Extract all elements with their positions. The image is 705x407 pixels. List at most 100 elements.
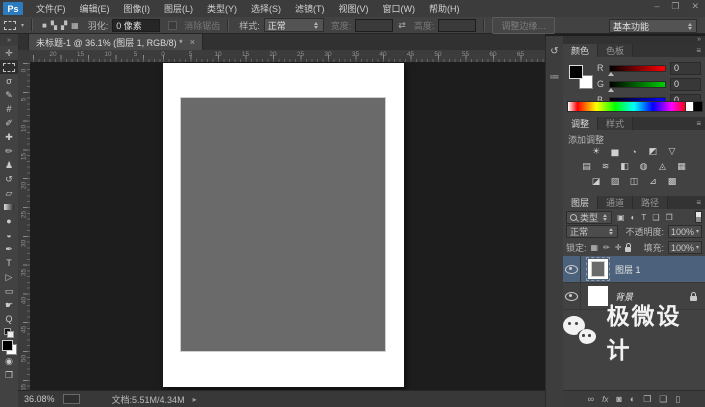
dodge-tool[interactable]: ◒	[0, 228, 18, 242]
refine-edge-button[interactable]: 调整边缘…	[492, 16, 556, 34]
vibrance-icon[interactable]: ▽	[665, 146, 679, 157]
workspace-dropdown[interactable]: 基本功能	[609, 19, 697, 33]
hand-tool[interactable]: ☛	[0, 298, 18, 312]
posterize-icon[interactable]: ▨	[608, 176, 622, 187]
lock-position-icon[interactable]: ✛	[615, 243, 622, 252]
hue-saturation-icon[interactable]: ▤	[580, 161, 594, 172]
brush-tool[interactable]: ✏	[0, 144, 18, 158]
menu-file[interactable]: 文件(F)	[29, 2, 73, 15]
zoom-level-field[interactable]: 36.08%	[24, 394, 55, 404]
color-lookup-icon[interactable]: ▦	[675, 161, 689, 172]
gradient-tool[interactable]	[0, 200, 18, 214]
swap-width-height-icon[interactable]: ⇄	[398, 20, 406, 31]
delete-layer-icon[interactable]: ▯	[675, 394, 680, 405]
foreground-background-swatches[interactable]	[0, 339, 18, 355]
layer-style-icon[interactable]: fx	[602, 395, 608, 404]
add-to-selection-icon[interactable]: ▚	[49, 21, 59, 30]
menu-view[interactable]: 视图(V)	[332, 2, 376, 15]
adjustments-tab[interactable]: 调整	[563, 117, 599, 130]
panel-menu-icon[interactable]: ≡	[696, 117, 705, 130]
menu-help[interactable]: 帮助(H)	[422, 2, 467, 15]
tool-preset-caret-icon[interactable]: ▾	[21, 22, 24, 29]
swap-colors[interactable]	[0, 326, 18, 340]
spectrum-black-swatch[interactable]	[693, 101, 703, 112]
gradient-map-icon[interactable]: ▩	[665, 176, 679, 187]
channel-value[interactable]: 0	[670, 77, 701, 91]
history-panel-icon[interactable]: ↺	[548, 44, 562, 58]
channel-value[interactable]: 0	[670, 61, 701, 75]
document-tab[interactable]: 未标题-1 @ 36.1% (图层 1, RGB/8) * ×	[28, 34, 203, 50]
quick-selection-tool[interactable]: ✎	[0, 88, 18, 102]
marquee-tool-icon[interactable]	[4, 20, 16, 30]
maximize-button[interactable]: ❐	[671, 1, 679, 12]
close-button[interactable]: ✕	[691, 1, 699, 12]
filter-type-layers-icon[interactable]: T	[641, 213, 646, 222]
filter-toggle-switch[interactable]	[695, 211, 702, 223]
rectangle-tool[interactable]: ▭	[0, 284, 18, 298]
menu-layer[interactable]: 图层(L)	[157, 2, 200, 15]
new-selection-icon[interactable]: ■	[40, 21, 49, 30]
type-tool[interactable]: T	[0, 256, 18, 270]
levels-icon[interactable]: ▅	[608, 146, 622, 157]
height-input[interactable]	[438, 18, 477, 32]
foreground-color-swatch[interactable]	[569, 65, 583, 79]
exposure-icon[interactable]: ◩	[646, 146, 660, 157]
lock-transparent-pixels-icon[interactable]: ▦	[591, 243, 599, 252]
lock-image-pixels-icon[interactable]: ✏	[603, 243, 610, 252]
color-spectrum-bar[interactable]	[567, 101, 687, 112]
menu-edit[interactable]: 编辑(E)	[73, 2, 117, 15]
eraser-tool[interactable]: ▱	[0, 186, 18, 200]
rectangular-marquee-tool[interactable]	[0, 60, 18, 74]
feather-input[interactable]: 0 像素	[112, 18, 161, 32]
path-selection-tool[interactable]: ▷	[0, 270, 18, 284]
panel-menu-icon[interactable]: ≡	[696, 196, 705, 209]
blend-mode-dropdown[interactable]: 正常	[566, 225, 619, 238]
zoom-tool[interactable]: Q	[0, 312, 18, 326]
menu-filter[interactable]: 滤镜(T)	[288, 2, 332, 15]
document-canvas[interactable]	[163, 63, 404, 387]
color-swatches-widget[interactable]	[569, 65, 593, 89]
new-adjustment-layer-icon[interactable]: ◐	[630, 394, 635, 404]
move-tool[interactable]: ✛	[0, 46, 18, 60]
channel-slider-g[interactable]	[608, 80, 666, 92]
layer-row[interactable]: 图层 1	[563, 256, 705, 283]
menu-image[interactable]: 图像(I)	[117, 2, 158, 15]
invert-icon[interactable]: ◪	[589, 176, 603, 187]
spot-healing-brush-tool[interactable]: ✚	[0, 130, 18, 144]
link-layers-icon[interactable]: ∞	[588, 394, 594, 404]
screen-mode[interactable]: ❐	[0, 368, 18, 382]
slider-thumb-icon[interactable]	[608, 85, 614, 92]
lock-all-icon[interactable]	[625, 243, 632, 252]
intersect-selection-icon[interactable]: ▦	[69, 21, 81, 30]
color-balance-icon[interactable]: ≋	[599, 161, 613, 172]
visibility-cell[interactable]	[563, 256, 581, 282]
antialias-checkbox[interactable]	[168, 20, 178, 30]
foreground-swatch[interactable]	[1, 339, 13, 351]
new-layer-icon[interactable]: ❏	[659, 394, 667, 405]
fill-field[interactable]: 100% ▾	[667, 241, 702, 254]
add-layer-mask-icon[interactable]: ◙	[616, 394, 621, 404]
status-menu-arrow-icon[interactable]: ▸	[193, 395, 197, 404]
photo-filter-icon[interactable]: ◍	[637, 161, 651, 172]
eye-icon[interactable]	[565, 264, 578, 274]
pen-tool[interactable]: ✒	[0, 242, 18, 256]
tab-close-icon[interactable]: ×	[190, 37, 195, 47]
filter-smart-objects-icon[interactable]: ❐	[665, 213, 672, 222]
layer-filter-dropdown[interactable]: 类型	[566, 210, 613, 224]
paths-tab[interactable]: 路径	[633, 196, 669, 209]
color-tab[interactable]: 颜色	[563, 44, 599, 57]
new-group-icon[interactable]: ❒	[643, 394, 651, 405]
channels-tab[interactable]: 通道	[598, 196, 634, 209]
brightness-contrast-icon[interactable]: ☀	[589, 146, 603, 157]
slider-thumb-icon[interactable]	[608, 69, 614, 76]
filter-adjustment-layers-icon[interactable]: ◐	[631, 213, 636, 222]
channel-slider-r[interactable]	[608, 64, 666, 76]
layer-thumbnail[interactable]	[586, 257, 610, 281]
blur-tool[interactable]: ●	[0, 214, 18, 228]
filter-shape-layers-icon[interactable]: ❑	[652, 213, 659, 222]
subtract-from-selection-icon[interactable]: ▞	[59, 21, 69, 30]
quick-mask-mode[interactable]: ◉	[0, 354, 18, 368]
history-brush-tool[interactable]: ↺	[0, 172, 18, 186]
menu-type[interactable]: 类型(Y)	[200, 2, 244, 15]
style-dropdown[interactable]: 正常	[263, 18, 324, 32]
